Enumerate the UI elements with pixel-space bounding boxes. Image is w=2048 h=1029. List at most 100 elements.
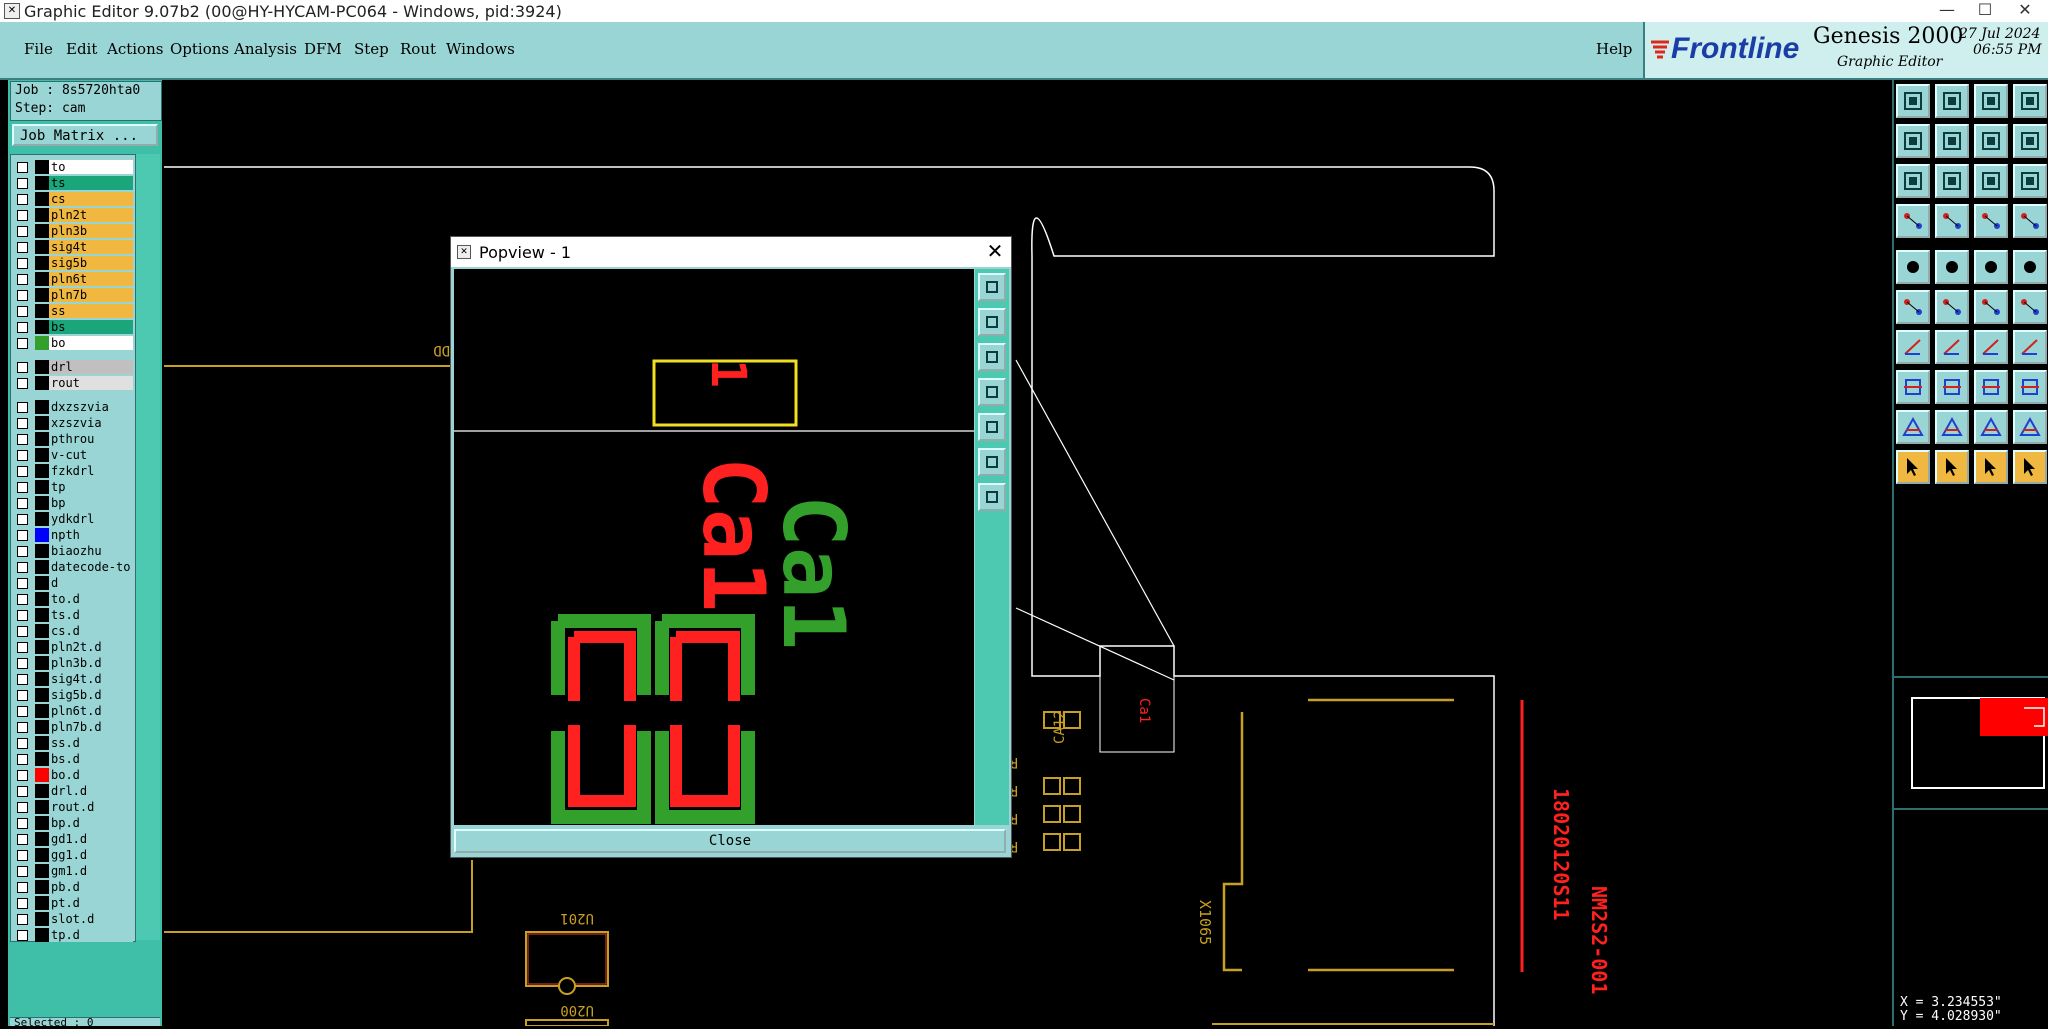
layer-row-npth[interactable]: npth: [11, 527, 135, 543]
layer-color-swatch[interactable]: [35, 864, 49, 878]
layer-checkbox[interactable]: [17, 562, 28, 573]
menu-edit[interactable]: Edit: [66, 40, 97, 58]
layer-row-d[interactable]: d: [11, 575, 135, 591]
layer-row-to[interactable]: to: [11, 159, 135, 175]
layer-name[interactable]: sig5b.d: [49, 688, 133, 702]
layer-row-bs[interactable]: bs: [11, 319, 135, 335]
layer-row-cs[interactable]: cs: [11, 191, 135, 207]
menu-file[interactable]: File: [24, 40, 53, 58]
layer-color-swatch[interactable]: [35, 208, 49, 222]
popview-tool-2[interactable]: [978, 308, 1006, 336]
board-out-tool-button[interactable]: [1935, 84, 1969, 118]
layer-checkbox[interactable]: [17, 274, 28, 285]
layer-name[interactable]: biaozhu: [49, 544, 133, 558]
layer-color-swatch[interactable]: [35, 304, 49, 318]
job-matrix-button[interactable]: Job Matrix ...: [12, 124, 158, 146]
layer-checkbox[interactable]: [17, 930, 28, 941]
layer-row-fzkdrl[interactable]: fzkdrl: [11, 463, 135, 479]
diagonal-tool-button[interactable]: [1935, 330, 1969, 364]
minus-tool-button[interactable]: [1935, 370, 1969, 404]
popview-tool-1[interactable]: [978, 273, 1006, 301]
layer-color-swatch[interactable]: [35, 544, 49, 558]
layer-row-drl-d[interactable]: drl.d: [11, 783, 135, 799]
layer-row-gd1-d[interactable]: gd1.d: [11, 831, 135, 847]
layer-name[interactable]: pln7b: [49, 288, 133, 302]
layer-checkbox[interactable]: [17, 818, 28, 829]
layer-name[interactable]: npth: [49, 528, 133, 542]
layer-row-bs-d[interactable]: bs.d: [11, 751, 135, 767]
layer-checkbox[interactable]: [17, 402, 28, 413]
layer-checkbox[interactable]: [17, 306, 28, 317]
layer-name[interactable]: bp: [49, 496, 133, 510]
layer-name[interactable]: rout: [49, 376, 133, 390]
layer-name[interactable]: tp: [49, 480, 133, 494]
layer-row-pln2t[interactable]: pln2t: [11, 207, 135, 223]
layer-color-swatch[interactable]: [35, 656, 49, 670]
layer-name[interactable]: sig4t: [49, 240, 133, 254]
layer-row-to-d[interactable]: to.d: [11, 591, 135, 607]
layer-name[interactable]: ydkdrl: [49, 512, 133, 526]
layer-checkbox[interactable]: [17, 674, 28, 685]
popview-close-icon[interactable]: ✕: [983, 239, 1007, 263]
layer-checkbox[interactable]: [17, 514, 28, 525]
arc-tool-button[interactable]: [1974, 330, 2008, 364]
menu-step[interactable]: Step: [354, 40, 389, 58]
layer-name[interactable]: slot.d: [49, 912, 133, 926]
route-tool-button[interactable]: [2013, 330, 2047, 364]
layer-name[interactable]: tp.d: [49, 928, 133, 942]
layer-name[interactable]: pln6t.d: [49, 704, 133, 718]
layer-checkbox[interactable]: [17, 690, 28, 701]
layer-color-swatch[interactable]: [35, 176, 49, 190]
layer-row-sig5b[interactable]: sig5b: [11, 255, 135, 271]
layer-name[interactable]: pthrou: [49, 432, 133, 446]
layer-color-swatch[interactable]: [35, 784, 49, 798]
layer-color-swatch[interactable]: [35, 736, 49, 750]
menu-actions[interactable]: Actions: [107, 40, 163, 58]
layer-checkbox[interactable]: [17, 754, 28, 765]
layer-name[interactable]: gd1.d: [49, 832, 133, 846]
layer-color-swatch[interactable]: [35, 880, 49, 894]
layer-list-scrollbar[interactable]: [136, 154, 160, 940]
layer-row-pln2t-d[interactable]: pln2t.d: [11, 639, 135, 655]
layer-name[interactable]: sig5b: [49, 256, 133, 270]
popview-tool-3[interactable]: [978, 343, 1006, 371]
layer-checkbox[interactable]: [17, 738, 28, 749]
cross-tool-button[interactable]: [1935, 290, 1969, 324]
popview-canvas[interactable]: 1 Ca1 Ca1: [454, 269, 974, 825]
layer-row-tp-d[interactable]: tp.d: [11, 927, 135, 943]
layer-checkbox[interactable]: [17, 418, 28, 429]
node-tool-button[interactable]: [1896, 290, 1930, 324]
layers-red2-tool-button[interactable]: [2013, 204, 2047, 238]
layer-color-swatch[interactable]: [35, 416, 49, 430]
clear-tool-button[interactable]: [1896, 204, 1930, 238]
window-tool-button[interactable]: [2013, 84, 2047, 118]
layer-checkbox[interactable]: [17, 786, 28, 797]
board-view[interactable]: DD U201 U200 CA12 R18 R22 R21 R20 Ca1 X1…: [164, 80, 1892, 1026]
layer-name[interactable]: drl: [49, 360, 133, 374]
layer-name[interactable]: sig4t.d: [49, 672, 133, 686]
layer-checkbox[interactable]: [17, 242, 28, 253]
layer-color-swatch[interactable]: [35, 432, 49, 446]
layer-color-swatch[interactable]: [35, 480, 49, 494]
layer-checkbox[interactable]: [17, 898, 28, 909]
swap-tool-button[interactable]: [1974, 124, 2008, 158]
layer-row-ts[interactable]: ts: [11, 175, 135, 191]
layer-checkbox[interactable]: [17, 290, 28, 301]
layer-color-swatch[interactable]: [35, 720, 49, 734]
angle-tool-button[interactable]: [1896, 330, 1930, 364]
layer-row-pt-d[interactable]: pt.d: [11, 895, 135, 911]
layer-checkbox[interactable]: [17, 434, 28, 445]
layer-color-swatch[interactable]: [35, 288, 49, 302]
layer-checkbox[interactable]: [17, 722, 28, 733]
layer-checkbox[interactable]: [17, 578, 28, 589]
layer-name[interactable]: xzszvia: [49, 416, 133, 430]
line-tool-button[interactable]: [1974, 250, 2008, 284]
snap-left-tool-button[interactable]: [1896, 124, 1930, 158]
layer-name[interactable]: to.d: [49, 592, 133, 606]
layer-checkbox[interactable]: [17, 802, 28, 813]
layer-row-sig4t[interactable]: sig4t: [11, 239, 135, 255]
layer-name[interactable]: gg1.d: [49, 848, 133, 862]
layer-color-swatch[interactable]: [35, 224, 49, 238]
layer-row-pln6t-d[interactable]: pln6t.d: [11, 703, 135, 719]
layer-row-pthrou[interactable]: pthrou: [11, 431, 135, 447]
